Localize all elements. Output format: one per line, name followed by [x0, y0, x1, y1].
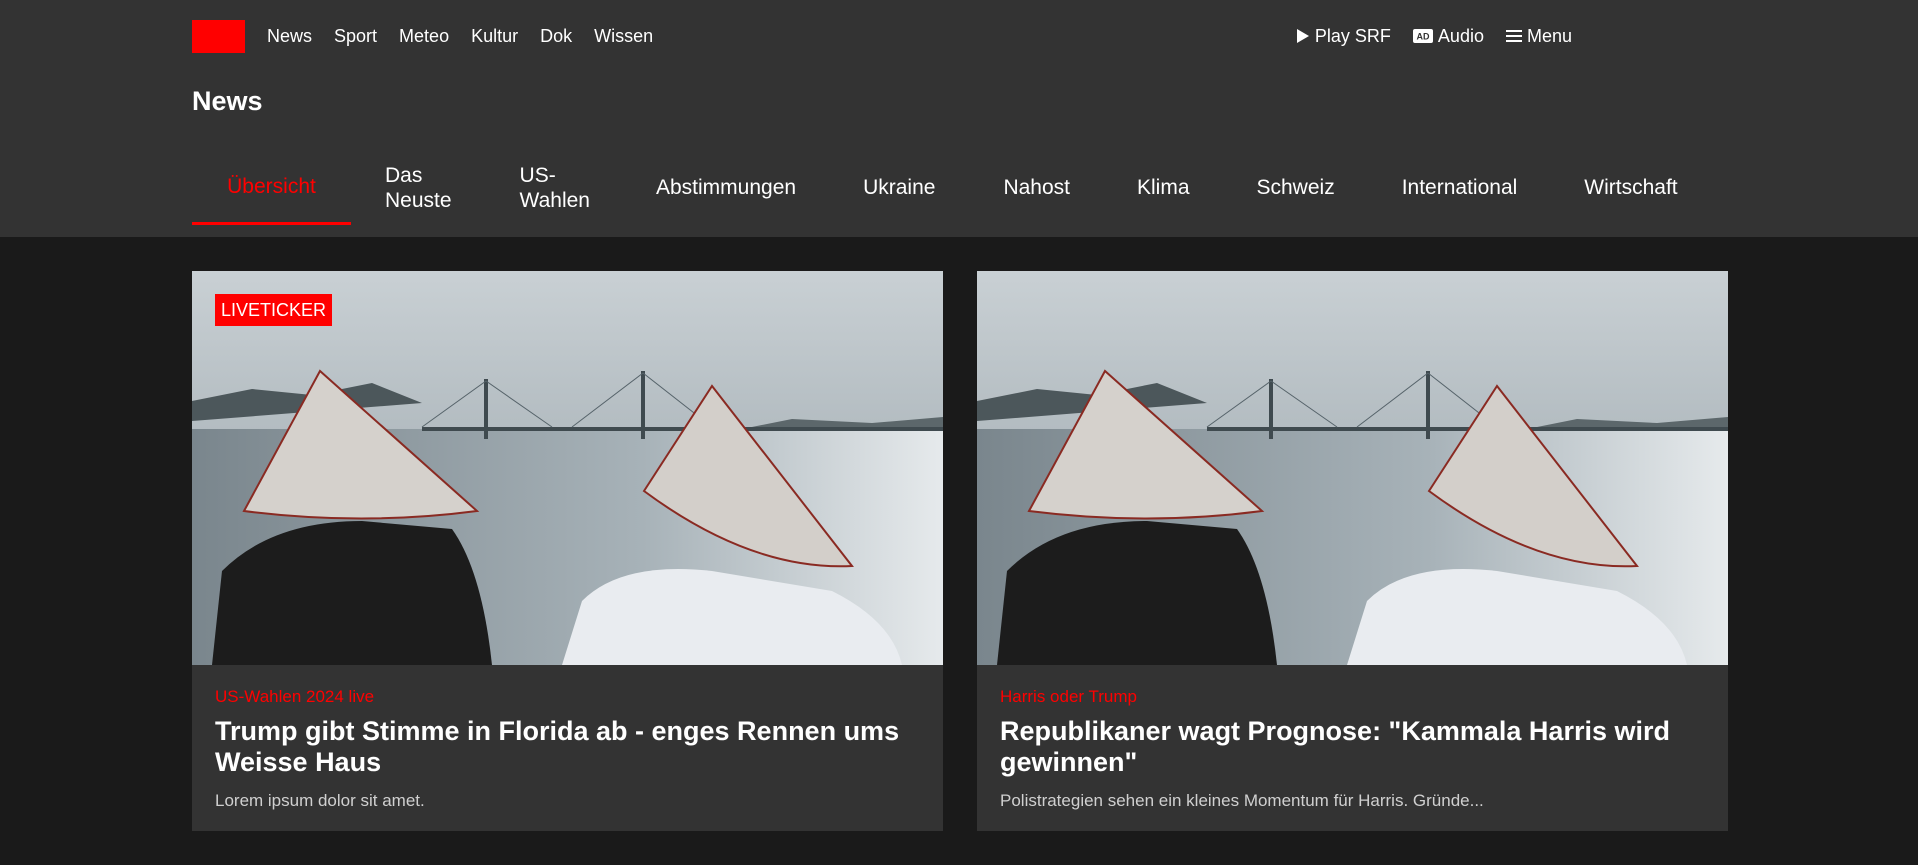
tab-nahost[interactable]: Nahost [1003, 150, 1070, 225]
tab-us-wahlen[interactable]: US- Wahlen [520, 150, 590, 225]
article-headline[interactable]: Trump gibt Stimme in Florida ab - enges … [215, 716, 920, 778]
article-image: LIVETICKER [192, 271, 943, 665]
tab-ukraine[interactable]: Ukraine [863, 150, 935, 225]
play-srf-label: Play SRF [1314, 26, 1391, 46]
nav-dok[interactable]: Dok [540, 20, 572, 52]
tab-klima[interactable]: Klima [1137, 150, 1190, 225]
tab-schweiz[interactable]: Schweiz [1257, 150, 1335, 225]
site-header: News Sport Meteo Kultur Dok Wissen Play … [0, 0, 1918, 237]
srf-logo[interactable] [192, 19, 245, 53]
menu-label: Menu [1526, 26, 1572, 46]
nav-meteo[interactable]: Meteo [399, 20, 449, 52]
utility-navigation: Play SRF AD Audio Menu [1274, 20, 1572, 52]
teaser-grid: LIVETICKER US-Wahlen 2024 live Trump gib… [192, 271, 1728, 831]
hamburger-menu-icon [1505, 30, 1522, 42]
nav-kultur[interactable]: Kultur [471, 20, 518, 52]
article-kicker: US-Wahlen 2024 live [215, 687, 375, 706]
page-title: News [192, 86, 263, 116]
section-navigation: Übersicht Das Neuste US- Wahlen Abstimmung… [192, 150, 1678, 225]
play-srf-link[interactable]: Play SRF [1296, 20, 1391, 52]
nav-news[interactable]: News [267, 20, 312, 52]
audio-link[interactable]: AD Audio [1412, 20, 1484, 52]
card-body: US-Wahlen 2024 live Trump gibt Stimme in… [192, 665, 943, 811]
tab-abstimmungen[interactable]: Abstimmungen [656, 150, 796, 225]
tab-international[interactable]: International [1402, 150, 1518, 225]
top-bar: News Sport Meteo Kultur Dok Wissen Play … [192, 19, 1572, 53]
article-teaser: Lorem ipsum dolor sit amet. [215, 791, 425, 810]
audio-description-icon: AD [1412, 29, 1433, 43]
tab-das-neuste[interactable]: Das Neuste [385, 150, 452, 225]
audio-label: Audio [1437, 26, 1484, 46]
article-image [977, 271, 1728, 665]
main-navigation: News Sport Meteo Kultur Dok Wissen [267, 20, 675, 52]
article-card[interactable]: Harris oder Trump Republikaner wagt Prog… [977, 271, 1728, 831]
article-teaser: Polistrategien sehen ein kleines Momentu… [1000, 791, 1484, 810]
liveticker-badge: LIVETICKER [215, 294, 333, 326]
menu-button[interactable]: Menu [1505, 20, 1572, 52]
article-card[interactable]: LIVETICKER US-Wahlen 2024 live Trump gib… [192, 271, 943, 831]
play-icon [1296, 29, 1309, 43]
article-kicker: Harris oder Trump [1000, 687, 1137, 706]
tab-wirtschaft[interactable]: Wirtschaft [1584, 150, 1677, 225]
tab-uebersicht[interactable]: Übersicht [192, 150, 351, 225]
article-headline[interactable]: Republikaner wagt Prognose: "Kammala Har… [1000, 716, 1705, 778]
nav-wissen[interactable]: Wissen [594, 20, 653, 52]
card-body: Harris oder Trump Republikaner wagt Prog… [977, 665, 1728, 811]
nav-sport[interactable]: Sport [334, 20, 377, 52]
svg-text:AD: AD [1416, 32, 1429, 42]
